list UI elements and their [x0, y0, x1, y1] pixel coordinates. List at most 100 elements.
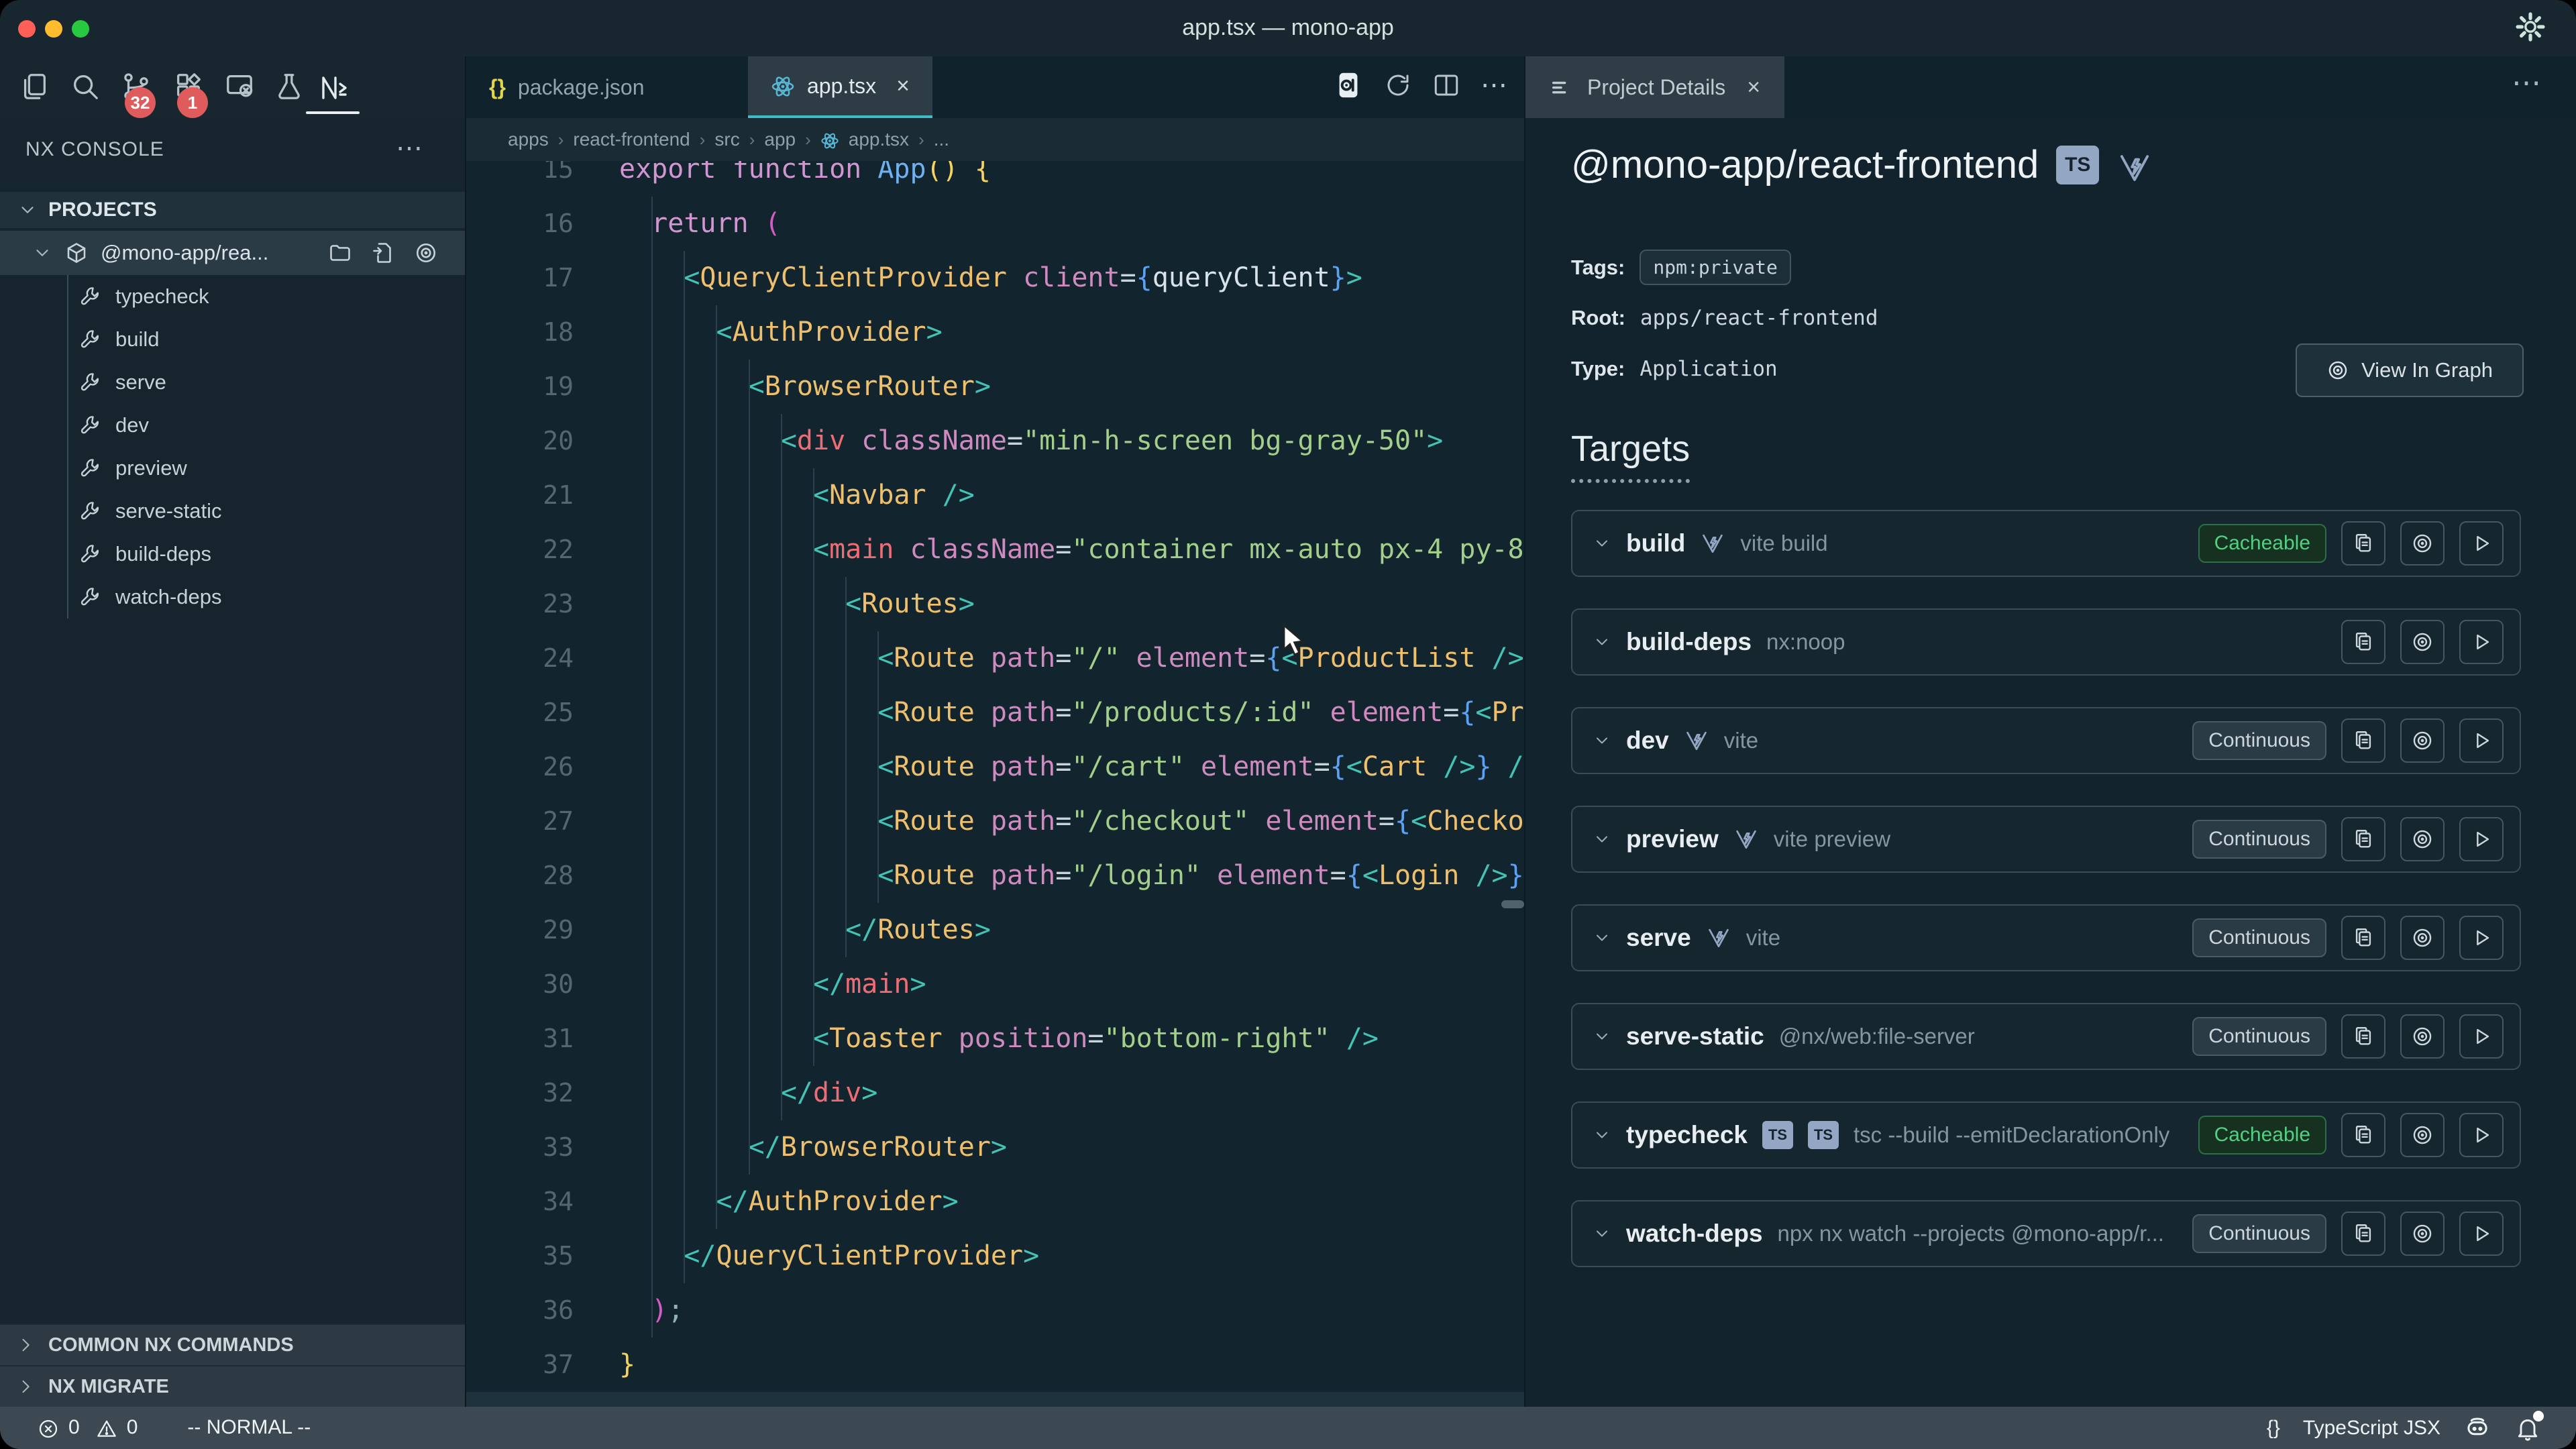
copy-task-icon[interactable] [2341, 916, 2385, 960]
code-line-20[interactable]: 20 <div className="min-h-screen bg-gray-… [466, 414, 1525, 468]
run-target-icon[interactable] [2459, 1113, 2504, 1157]
code-line-32[interactable]: 32 </div> [466, 1066, 1525, 1120]
run-target-icon[interactable] [2459, 1212, 2504, 1256]
scrollbar-thumb[interactable] [1501, 900, 1524, 908]
target-card-serve[interactable]: serveviteContinuous [1571, 904, 2521, 971]
code-line-27[interactable]: 27 <Route path="/checkout" element={<Che… [466, 794, 1525, 849]
focus-target-icon[interactable] [414, 241, 438, 265]
sidebar-target-build-deps[interactable]: build-deps [0, 533, 465, 576]
sidebar-target-dev[interactable]: dev [0, 404, 465, 447]
chevron-down-icon[interactable] [1593, 830, 1611, 849]
run-target-icon[interactable] [1333, 70, 1364, 101]
sidebar-target-serve-static[interactable]: serve-static [0, 490, 465, 533]
chevron-down-icon[interactable] [1593, 1224, 1611, 1243]
code-line-19[interactable]: 19 <BrowserRouter> [466, 360, 1525, 414]
view-in-graph-icon[interactable] [2400, 718, 2445, 763]
sidebar-more-icon[interactable]: ⋯ [396, 133, 425, 164]
remote-window-icon[interactable] [224, 71, 255, 102]
breadcrumb-item[interactable]: ... [934, 129, 949, 150]
copy-task-icon[interactable] [2341, 620, 2385, 664]
breadcrumb-item[interactable]: app [764, 129, 796, 150]
refresh-icon[interactable] [1384, 71, 1412, 99]
copilot-icon[interactable] [2463, 1414, 2491, 1442]
warnings-icon[interactable] [96, 1416, 117, 1439]
folder-icon[interactable] [328, 241, 352, 265]
target-card-preview[interactable]: previewvite previewContinuous [1571, 806, 2521, 873]
view-in-graph-icon[interactable] [2400, 1113, 2445, 1157]
chevron-down-icon[interactable] [1593, 1126, 1611, 1144]
project-row[interactable]: @mono-app/rea... [0, 231, 465, 275]
view-in-graph-icon[interactable] [2400, 916, 2445, 960]
copy-task-icon[interactable] [2341, 521, 2385, 566]
sidebar-target-preview[interactable]: preview [0, 447, 465, 490]
chevron-down-icon[interactable] [1593, 633, 1611, 651]
sidebar-target-build[interactable]: build [0, 318, 465, 361]
breadcrumb-item[interactable]: apps [508, 129, 549, 150]
sidebar-section-common-nx-commands[interactable]: COMMON NX COMMANDS [0, 1324, 466, 1365]
breadcrumb[interactable]: apps›react-frontend›src›app›app.tsx›... [466, 118, 1525, 161]
copy-task-icon[interactable] [2341, 1014, 2385, 1059]
target-card-typecheck[interactable]: typecheckTSTStsc --build --emitDeclarati… [1571, 1102, 2521, 1169]
nx-icon[interactable] [318, 71, 350, 103]
panel-more-icon[interactable]: ⋯ [2512, 66, 2544, 100]
view-in-graph-icon[interactable] [2400, 620, 2445, 664]
sidebar-target-serve[interactable]: serve [0, 361, 465, 404]
chevron-down-icon[interactable] [1593, 1027, 1611, 1046]
code-line-18[interactable]: 18 <AuthProvider> [466, 305, 1525, 360]
projects-section-header[interactable]: PROJECTS [0, 192, 465, 228]
view-in-graph-icon[interactable] [2400, 817, 2445, 861]
copy-task-icon[interactable] [2341, 718, 2385, 763]
code-line-28[interactable]: 28 <Route path="/login" element={<Login … [466, 849, 1525, 903]
breadcrumb-item[interactable]: app.tsx [849, 129, 909, 150]
errors-icon[interactable] [38, 1416, 59, 1439]
code-line-17[interactable]: 17 <QueryClientProvider client={queryCli… [466, 251, 1525, 305]
code-line-21[interactable]: 21 <Navbar /> [466, 468, 1525, 523]
code-line-36[interactable]: 36 ); [466, 1283, 1525, 1338]
code-line-16[interactable]: 16 return ( [466, 197, 1525, 251]
chevron-down-icon[interactable] [1593, 731, 1611, 750]
target-card-build[interactable]: buildvite buildCacheable [1571, 510, 2521, 577]
code-line-29[interactable]: 29 </Routes> [466, 903, 1525, 957]
target-card-serve-static[interactable]: serve-static@nx/web:file-serverContinuou… [1571, 1003, 2521, 1070]
language-mode[interactable]: TypeScript JSX [2303, 1417, 2440, 1440]
view-in-graph-icon[interactable] [2400, 521, 2445, 566]
view-in-graph-button[interactable]: View In Graph [2296, 343, 2524, 397]
run-target-icon[interactable] [2459, 916, 2504, 960]
target-card-dev[interactable]: devviteContinuous [1571, 707, 2521, 774]
notifications-bell-icon[interactable] [2514, 1415, 2541, 1442]
code-line-15[interactable]: 15export function App() { [466, 161, 1525, 197]
code-line-33[interactable]: 33 </BrowserRouter> [466, 1120, 1525, 1175]
settings-gear-icon[interactable] [2514, 11, 2546, 43]
run-target-icon[interactable] [2459, 1014, 2504, 1059]
target-card-build-deps[interactable]: build-depsnx:noop [1571, 608, 2521, 676]
beaker-icon[interactable] [274, 71, 305, 102]
breadcrumb-item[interactable]: src [714, 129, 739, 150]
sidebar-target-typecheck[interactable]: typecheck [0, 275, 465, 318]
code-line-34[interactable]: 34 </AuthProvider> [466, 1175, 1525, 1229]
copy-task-icon[interactable] [2341, 1212, 2385, 1256]
open-config-file-icon[interactable] [371, 241, 395, 265]
code-line-31[interactable]: 31 <Toaster position="bottom-right" /> [466, 1012, 1525, 1066]
sidebar-target-watch-deps[interactable]: watch-deps [0, 576, 465, 619]
code-line-23[interactable]: 23 <Routes> [466, 577, 1525, 631]
tab-project-details[interactable]: Project Details × [1525, 56, 1784, 121]
panel-tab-close-icon[interactable]: × [1747, 74, 1760, 101]
search-icon[interactable] [70, 71, 101, 102]
copy-task-icon[interactable] [2341, 1113, 2385, 1157]
code-line-26[interactable]: 26 <Route path="/cart" element={<Cart />… [466, 740, 1525, 794]
chevron-down-icon[interactable] [1593, 928, 1611, 947]
tab-package-json[interactable]: {} package.json [466, 56, 667, 118]
run-target-icon[interactable] [2459, 521, 2504, 566]
target-card-watch-deps[interactable]: watch-depsnpx nx watch --projects @mono-… [1571, 1200, 2521, 1267]
more-actions-icon[interactable]: ⋯ [1481, 70, 1509, 101]
code-line-37[interactable]: 37} [466, 1338, 1525, 1392]
view-in-graph-icon[interactable] [2400, 1014, 2445, 1059]
view-in-graph-icon[interactable] [2400, 1212, 2445, 1256]
code-line-24[interactable]: 24 <Route path="/" element={<ProductList… [466, 631, 1525, 686]
code-editor[interactable]: apps›react-frontend›src›app›app.tsx›... … [465, 118, 1525, 1407]
run-target-icon[interactable] [2459, 817, 2504, 861]
breadcrumb-item[interactable]: react-frontend [573, 129, 690, 150]
sidebar-section-nx-migrate[interactable]: NX MIGRATE [0, 1365, 466, 1407]
tab-app-tsx[interactable]: app.tsx × [748, 56, 932, 118]
split-editor-icon[interactable] [1432, 71, 1460, 99]
